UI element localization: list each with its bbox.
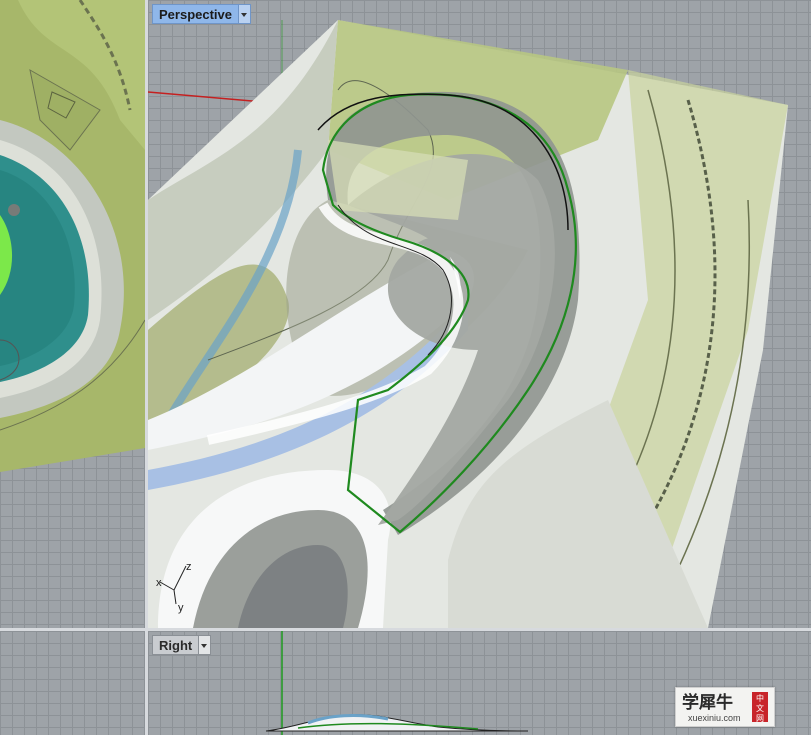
viewport-menu-button[interactable] xyxy=(198,635,212,655)
front-viewport[interactable] xyxy=(0,631,145,735)
axis-y-label: y xyxy=(178,602,184,614)
chevron-down-icon xyxy=(241,13,247,17)
perspective-viewport-title[interactable]: Perspective xyxy=(152,4,251,24)
site-watermark: 学犀牛 xuexiniu.com 中 文 网 xyxy=(675,687,775,727)
chevron-down-icon xyxy=(201,644,208,648)
watermark-tag-3: 网 xyxy=(756,714,764,723)
watermark-url: xuexiniu.com xyxy=(688,713,741,723)
watermark-tag-1: 中 xyxy=(756,693,764,703)
perspective-model: z y x xyxy=(148,20,788,628)
top-view-model xyxy=(0,0,145,472)
perspective-viewport[interactable]: z y x Perspective xyxy=(148,0,811,628)
viewport-title-label[interactable]: Right xyxy=(152,635,199,655)
right-viewport[interactable]: Right 学犀牛 xuexiniu.com 中 文 网 xyxy=(148,631,811,735)
watermark-cn: 学犀牛 xyxy=(682,692,733,713)
viewport-splitter-horizontal[interactable] xyxy=(0,628,811,631)
right-viewport-title[interactable]: Right xyxy=(152,635,212,655)
axis-x-label: x xyxy=(156,577,162,589)
viewport-menu-button[interactable] xyxy=(238,4,251,24)
top-viewport[interactable] xyxy=(0,0,145,628)
viewport-splitter-vertical[interactable] xyxy=(145,0,148,735)
watermark-tag-2: 文 xyxy=(756,703,764,713)
axis-z-label: z xyxy=(186,561,192,573)
watermark-logo: 学犀牛 xuexiniu.com 中 文 网 xyxy=(682,692,768,723)
viewport-title-label[interactable]: Perspective xyxy=(152,4,238,24)
